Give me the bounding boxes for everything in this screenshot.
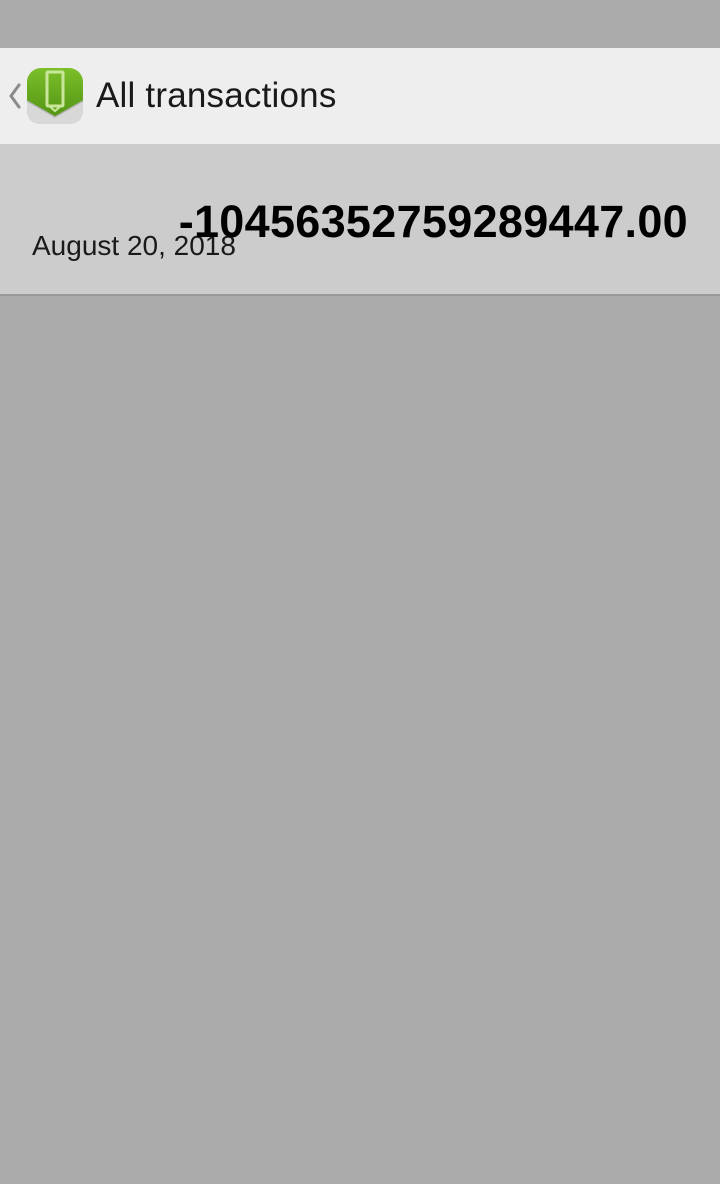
- chevron-left-icon: [6, 81, 24, 111]
- up-button[interactable]: [0, 48, 84, 144]
- wallet-app-icon: [26, 67, 84, 125]
- transaction-list: August 20, 2018 -10456352759289447.00: [0, 144, 720, 296]
- status-bar: [0, 0, 720, 48]
- transaction-amount: -10456352759289447.00: [178, 196, 688, 247]
- transaction-row[interactable]: August 20, 2018 -10456352759289447.00: [0, 144, 720, 296]
- page-title: All transactions: [96, 76, 337, 115]
- action-bar: All transactions: [0, 48, 720, 144]
